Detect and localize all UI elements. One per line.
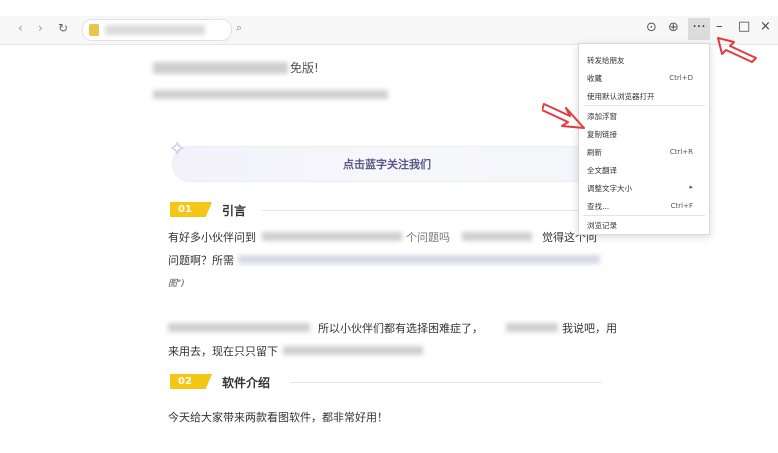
menu-item-refresh[interactable]: 刷新: [587, 147, 602, 158]
menu-shortcut: Ctrl+F: [670, 202, 693, 210]
browser-more-menu: 转发给朋友 收藏 Ctrl+D 使用默认浏览器打开 添加浮窗 复制链接 刷新 C…: [578, 43, 710, 235]
more-menu-button[interactable]: ···: [688, 18, 710, 40]
paragraph-text: 问题啊？所需: [168, 254, 234, 267]
section-divider: [290, 382, 602, 383]
menu-item-add-float[interactable]: 添加浮窗: [587, 111, 617, 122]
section-number: 02: [170, 374, 212, 389]
forward-icon[interactable]: ›: [38, 21, 43, 35]
reload-icon[interactable]: ↻: [58, 21, 68, 35]
follow-banner[interactable]: 点击蓝字关注我们: [172, 146, 602, 182]
submenu-arrow-icon: ▸: [689, 183, 693, 191]
blurred-text: [168, 323, 310, 332]
menu-item-forward[interactable]: 转发给朋友: [587, 55, 625, 66]
section-title: 软件介绍: [222, 376, 271, 390]
paragraph-text: 我说吧，用: [562, 322, 617, 335]
globe-icon[interactable]: ⊕: [668, 20, 679, 35]
back-icon[interactable]: ‹: [18, 21, 23, 35]
menu-item-copy-link[interactable]: 复制链接: [587, 129, 617, 140]
menu-item-open-default-browser[interactable]: 使用默认浏览器打开: [587, 91, 655, 102]
paragraph-text: 来用去，现在只只留下: [168, 345, 278, 358]
annotation-arrow-icon: [542, 103, 585, 129]
menu-item-favorite[interactable]: 收藏: [587, 73, 602, 84]
menu-item-history[interactable]: 浏览记录: [587, 220, 617, 231]
search-icon[interactable]: ⌕: [236, 21, 242, 35]
blurred-link: [238, 255, 600, 264]
menu-divider: [583, 105, 705, 106]
paragraph-text: 图"): [168, 279, 185, 289]
menu-item-text-size[interactable]: 调整文字大小: [587, 183, 632, 194]
menu-item-translate[interactable]: 全文翻译: [587, 165, 617, 176]
article-title-suffix: 免版!: [290, 61, 319, 75]
menu-divider: [583, 215, 705, 216]
paragraph-text: 所以小伙伴们都有选择困难症了，: [318, 322, 483, 335]
maximize-icon[interactable]: □: [738, 19, 750, 34]
paragraph-text: 今天给大家带来两款看图软件，都非常好用！: [168, 411, 388, 424]
blurred-text: [283, 346, 423, 355]
close-icon[interactable]: ×: [760, 19, 771, 34]
section-title: 引言: [222, 204, 247, 218]
paragraph-text: 个问题吗: [406, 231, 450, 244]
paragraph-text: 有好多小伙伴问到: [168, 231, 256, 244]
annotation-arrow-icon: [717, 37, 757, 63]
blurred-text: [462, 232, 532, 241]
menu-item-find[interactable]: 查找...: [587, 201, 609, 212]
menu-shortcut: Ctrl+R: [669, 148, 693, 156]
butterfly-icon: ✧: [168, 137, 187, 162]
section-number: 01: [170, 202, 212, 217]
section-divider: [262, 210, 602, 211]
blurred-text: [506, 323, 558, 332]
follow-banner-text: 点击蓝字关注我们: [343, 158, 431, 171]
article-title-blurred: [153, 62, 288, 74]
address-text-blurred: [105, 25, 205, 35]
menu-shortcut: Ctrl+D: [669, 74, 693, 82]
minimize-icon[interactable]: –: [716, 19, 723, 34]
favicon: [89, 24, 99, 36]
blurred-text: [262, 232, 402, 241]
address-bar[interactable]: [82, 19, 232, 41]
download-icon[interactable]: ⊙: [646, 20, 657, 35]
article-meta-blurred: [153, 90, 388, 99]
